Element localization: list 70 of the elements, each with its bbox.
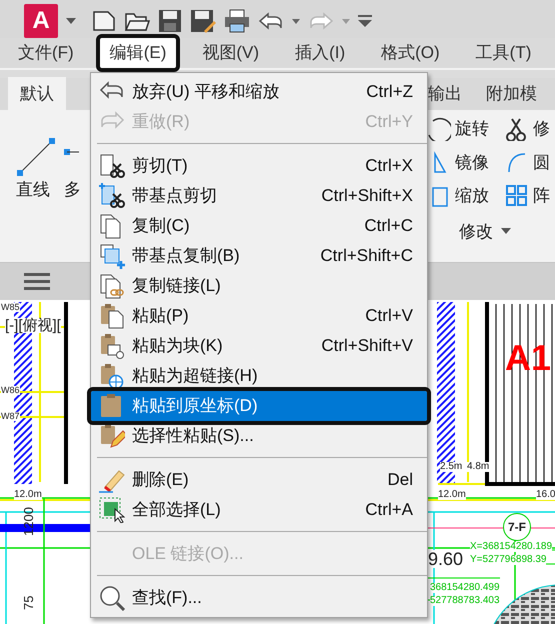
menu-item[interactable]: 删除(E) Del [91,465,427,495]
undo-icon[interactable] [258,11,284,31]
tool-label[interactable]: 直线 [16,176,50,202]
link-icon [99,273,125,299]
globe-icon [99,363,125,389]
tool-label[interactable]: 缩放 [455,183,489,208]
menu-item[interactable]: 粘贴为块(K) Ctrl+Shift+V [91,331,427,361]
menu-item[interactable]: 文件(F) [8,38,84,68]
menu-icon[interactable] [24,272,50,290]
drawing-label: 1200 [22,507,35,536]
menu-item[interactable]: 带基点剪切 Ctrl+Shift+X [91,181,427,211]
app-logo[interactable]: A [24,4,58,38]
rotate-icon[interactable] [427,116,451,141]
ribbon-tab[interactable]: 默认 [8,76,66,110]
search-icon [99,585,125,611]
caret-icon[interactable] [292,18,300,24]
drawing-label: Y=527796898.39 [470,555,546,565]
menu-item[interactable]: 查找(F)... [91,583,427,613]
menu-item[interactable]: 格式(O) [371,38,450,68]
viewport-label[interactable]: [-][俯视][ [5,318,61,333]
menu-item[interactable]: 全部选择(L) Ctrl+A [91,495,427,525]
menu-item[interactable]: 带基点复制(B) Ctrl+Shift+C [91,241,427,271]
menu-item[interactable]: 工具(T) [466,38,542,68]
redo-icon [308,11,334,31]
new-file-icon[interactable] [92,9,116,33]
drawing-label: 2.5m [440,462,462,472]
tool-label[interactable]: 镜像 [455,150,489,175]
paste-icon [99,303,125,329]
scissors-icon [99,183,125,209]
drawing-label: 368154280.499 [430,583,500,593]
customize-icon[interactable] [358,15,372,27]
menu-item[interactable]: 粘贴(P) Ctrl+V [91,301,427,331]
scissors-icon [99,153,125,179]
drawing-label: W87 [1,412,20,421]
paste-icon [99,333,125,359]
grid-icon[interactable] [505,184,529,208]
tool-label[interactable]: 多 [64,176,81,202]
copy-icon [99,243,125,269]
menu-item[interactable]: 复制(C) Ctrl+C [91,211,427,241]
ribbon-tab[interactable]: 附加模 [474,76,549,110]
menu-item[interactable]: 插入(I) [285,38,356,68]
tool-label[interactable]: 修 [533,116,550,142]
tool-label[interactable]: 圆 [533,150,550,175]
drawing-label: 12.0m [438,490,466,500]
panel-title[interactable]: 修改 [459,218,493,244]
drawing-label: W86 [1,386,20,395]
save-as-icon[interactable] [190,9,216,33]
print-icon[interactable] [224,9,250,33]
save-icon[interactable] [158,9,182,33]
pencil-icon [99,423,125,449]
menu-item[interactable]: 选择性粘贴(S)... [91,421,427,451]
drawing-label: 75 [22,596,35,610]
drawing-label: 527788783.403 [430,596,500,606]
caret-icon[interactable] [66,18,76,24]
select-all-icon [99,497,125,523]
drawing-label: 4.8m [467,462,490,472]
drawing-label: 9.60 [428,550,464,568]
drawing-label: 12.0m [14,490,42,500]
scissors-icon[interactable] [505,116,529,141]
menu-item[interactable]: 视图(V) [192,38,270,68]
drawing-label: W85 [1,303,20,312]
menu-item[interactable]: 剪切(T) Ctrl+X [91,151,427,181]
tool-label[interactable]: 旋转 [455,116,489,142]
grid-bubble: 7-F [503,513,531,541]
caret-icon[interactable] [501,228,511,234]
drawing-label: X=368154280.189 [470,542,552,552]
tool-label[interactable]: 阵 [533,183,550,208]
menu-item[interactable]: 编辑(E) [100,38,176,68]
drawing-label: 16.0 [536,490,555,500]
menu-item[interactable]: 粘贴到原坐标(D) [91,391,427,421]
